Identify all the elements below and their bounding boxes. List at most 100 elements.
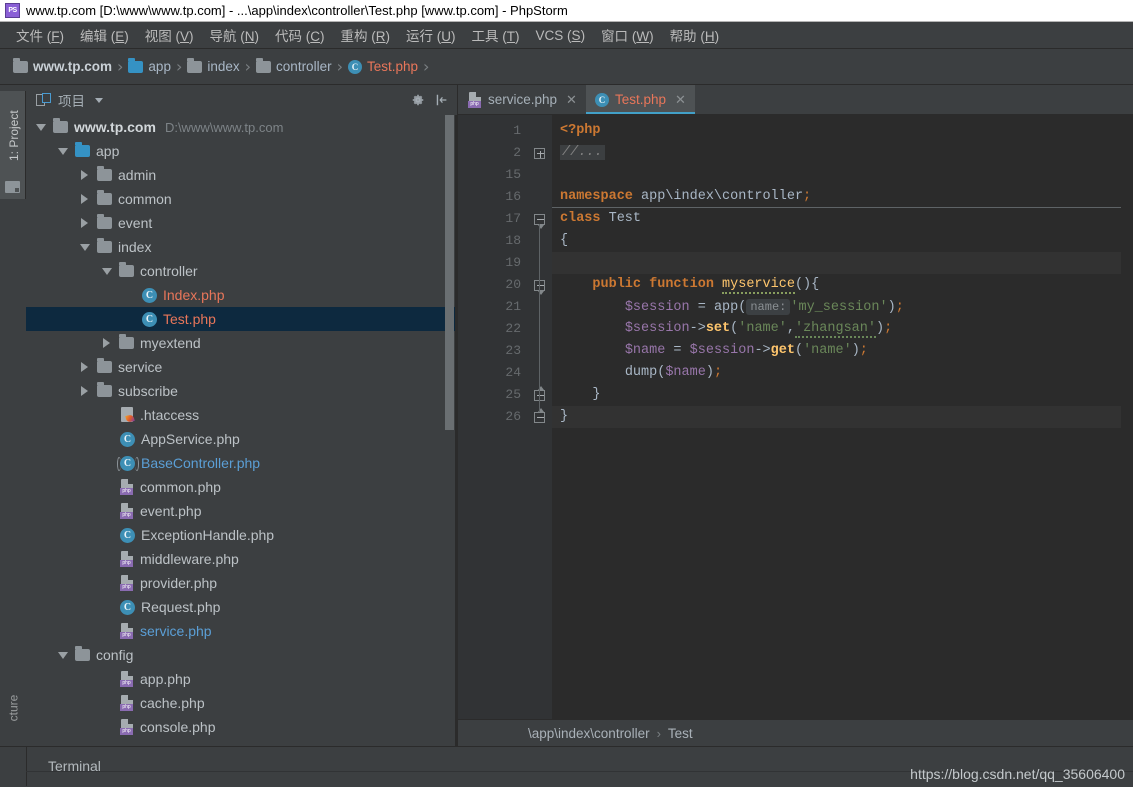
tree-item-myextend[interactable]: myextend: [26, 331, 457, 355]
breadcrumb-label: index: [207, 59, 240, 74]
fold-marker[interactable]: [530, 406, 552, 428]
tree-item-exceptionhandle-php[interactable]: C ExceptionHandle.php: [26, 523, 457, 547]
expand-arrow-icon[interactable]: [100, 338, 113, 348]
close-icon[interactable]: ✕: [675, 92, 686, 108]
breadcrumb-item-app[interactable]: app: [125, 57, 174, 76]
expand-arrow-icon[interactable]: [78, 362, 91, 372]
fold-expand-icon[interactable]: [534, 147, 545, 159]
tree-item-cache-php[interactable]: php cache.php: [26, 691, 457, 715]
tree-item-console-php[interactable]: php console.php: [26, 715, 457, 739]
code-editor[interactable]: 1 2 15 16 17 18 19 20 21 22 23 24 25 26 <?php //... na…: [458, 115, 1133, 719]
tree-item-provider-php[interactable]: php provider.php: [26, 571, 457, 595]
tree-item-index-php[interactable]: C Index.php: [26, 283, 457, 307]
menu-item-tools[interactable]: 工具 (T): [464, 22, 528, 48]
tree-item-controller[interactable]: controller: [26, 259, 457, 283]
tree-item-common-php[interactable]: php common.php: [26, 475, 457, 499]
terminal-tool-button[interactable]: Terminal: [36, 754, 113, 778]
tree-item-label: ExceptionHandle.php: [141, 527, 275, 543]
tree-item-middleware-php[interactable]: php middleware.php: [26, 547, 457, 571]
code-line[interactable]: //...: [552, 142, 1121, 164]
tool-window-button-project[interactable]: 1: Project: [0, 91, 26, 199]
tree-item-test-php[interactable]: C Test.php: [26, 307, 457, 331]
menu-item-run[interactable]: 运行 (U): [398, 22, 464, 48]
fold-collapse-icon[interactable]: [534, 213, 545, 229]
tree-item-event[interactable]: event: [26, 211, 457, 235]
project-tree[interactable]: www.tp.com D:\www\www.tp.com app admin commo…: [26, 115, 457, 746]
code-line[interactable]: }: [552, 384, 1121, 406]
menu-item-refactor[interactable]: 重构 (R): [333, 22, 399, 48]
code-line[interactable]: $name = $session->get('name');: [552, 340, 1121, 362]
code-line[interactable]: class Test: [552, 208, 1121, 230]
tree-item-event-php[interactable]: php event.php: [26, 499, 457, 523]
tree-item-config[interactable]: config: [26, 643, 457, 667]
expand-arrow-icon[interactable]: [78, 194, 91, 204]
collapse-arrow-icon[interactable]: [56, 147, 69, 155]
code-content[interactable]: <?php //... namespace app\index\controlle…: [552, 115, 1121, 719]
fold-marker[interactable]: [530, 208, 552, 230]
tree-item-service[interactable]: service: [26, 355, 457, 379]
code-line[interactable]: namespace app\index\controller;: [552, 186, 1121, 208]
tree-item-app[interactable]: app: [26, 139, 457, 163]
expand-arrow-icon[interactable]: [78, 218, 91, 228]
code-line[interactable]: }: [552, 406, 1121, 428]
collapse-arrow-icon[interactable]: [78, 243, 91, 251]
fold-marker[interactable]: [530, 274, 552, 296]
expand-arrow-icon[interactable]: [78, 386, 91, 396]
tree-item-www-tp-com[interactable]: www.tp.com D:\www\www.tp.com: [26, 115, 457, 139]
menu-item-code[interactable]: 代码 (C): [267, 22, 333, 48]
tree-item-admin[interactable]: admin: [26, 163, 457, 187]
breadcrumb-item-controller[interactable]: controller: [253, 57, 335, 76]
tree-item-subscribe[interactable]: subscribe: [26, 379, 457, 403]
breadcrumb-class[interactable]: Test: [668, 726, 693, 741]
project-tree-scrollbar[interactable]: [445, 115, 454, 430]
expand-arrow-icon[interactable]: [78, 170, 91, 180]
menu-item-help[interactable]: 帮助 (H): [662, 22, 728, 48]
breadcrumb-item-index[interactable]: index: [184, 57, 242, 76]
breadcrumb-namespace[interactable]: \app\index\controller: [528, 726, 650, 741]
tree-item-service-php[interactable]: php service.php: [26, 619, 457, 643]
code-token: 'name': [738, 321, 787, 336]
menu-item-view[interactable]: 视图 (V): [137, 22, 202, 48]
code-line[interactable]: [552, 252, 1121, 274]
code-folding-gutter[interactable]: [530, 115, 552, 719]
tree-item-common[interactable]: common: [26, 187, 457, 211]
tree-item-index[interactable]: index: [26, 235, 457, 259]
menu-item-file[interactable]: 文件 (F): [8, 22, 72, 48]
tree-item-request-php[interactable]: C Request.php: [26, 595, 457, 619]
code-line[interactable]: dump($name);: [552, 362, 1121, 384]
tool-window-button-structure[interactable]: cture: [0, 670, 26, 746]
code-line[interactable]: <?php: [552, 120, 1121, 142]
collapse-arrow-icon[interactable]: [56, 651, 69, 659]
editor-tab-service-php[interactable]: php service.php ✕: [458, 85, 586, 114]
menu-item-window[interactable]: 窗口 (W): [593, 22, 662, 48]
tree-item-htaccess[interactable]: .htaccess: [26, 403, 457, 427]
panel-resize-handle[interactable]: [455, 115, 457, 746]
breadcrumb-item-project[interactable]: www.tp.com: [10, 57, 115, 76]
tree-item-basecontroller-php[interactable]: C BaseController.php: [26, 451, 457, 475]
chevron-down-icon[interactable]: [95, 97, 103, 103]
collapse-all-icon[interactable]: [435, 93, 449, 107]
menu-item-navigate[interactable]: 导航 (N): [202, 22, 268, 48]
tree-item-appservice-php[interactable]: C AppService.php: [26, 427, 457, 451]
code-line[interactable]: $session = app(name:'my_session');: [552, 296, 1121, 318]
fold-marker[interactable]: [530, 142, 552, 164]
code-line[interactable]: [552, 164, 1121, 186]
code-line[interactable]: {: [552, 230, 1121, 252]
breadcrumb-item-file[interactable]: C Test.php: [345, 57, 421, 76]
editor-scrollbar[interactable]: [1121, 115, 1133, 719]
code-line[interactable]: $session->set('name','zhangsan');: [552, 318, 1121, 340]
fold-marker[interactable]: [530, 384, 552, 406]
line-number-gutter: 1 2 15 16 17 18 19 20 21 22 23 24 25 26: [458, 115, 530, 719]
editor-tab-test-php[interactable]: C Test.php ✕: [585, 85, 695, 114]
menu-item-vcs[interactable]: VCS (S): [528, 25, 594, 46]
gear-icon[interactable]: [411, 93, 425, 107]
fold-collapse-end-icon[interactable]: [534, 407, 545, 423]
code-line[interactable]: public function myservice(){: [552, 274, 1121, 296]
collapse-arrow-icon[interactable]: [100, 267, 113, 275]
collapse-arrow-icon[interactable]: [34, 123, 47, 131]
tree-item-label: index: [118, 239, 152, 255]
tree-item-app-php[interactable]: php app.php: [26, 667, 457, 691]
phpstorm-window: PS www.tp.com [D:\www\www.tp.com] - ...\…: [0, 0, 1133, 787]
close-icon[interactable]: ✕: [566, 92, 577, 108]
menu-item-edit[interactable]: 编辑 (E): [72, 22, 137, 48]
